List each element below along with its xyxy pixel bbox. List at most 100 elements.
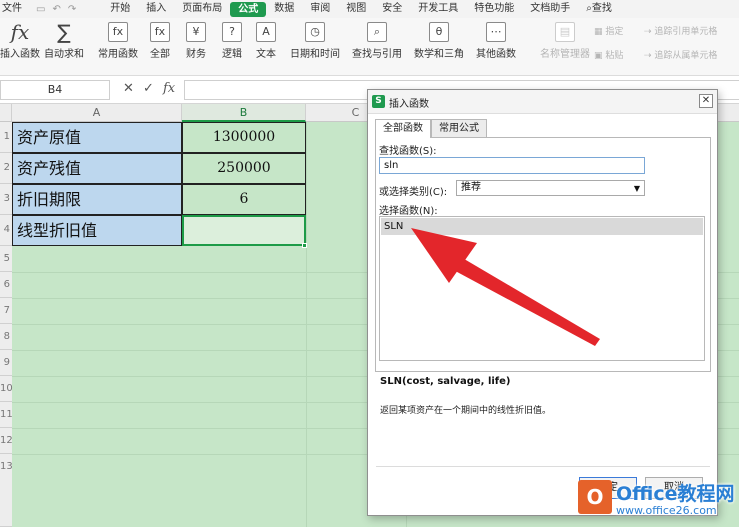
menu-doc-assistant[interactable]: 文档助手 xyxy=(522,0,578,18)
fx-formula-icon[interactable]: fx xyxy=(163,81,175,96)
tab-all-functions[interactable]: 全部函数 xyxy=(375,119,431,138)
menu-bar: 文件 ▭ ↶ ↷ 开始 插入 页面布局 公式 数据 审阅 视图 安全 开发工具 … xyxy=(0,0,739,18)
menu-features[interactable]: 特色功能 xyxy=(466,0,522,18)
menu-home[interactable]: 开始 xyxy=(102,0,138,18)
logic-button[interactable]: ? 逻辑 xyxy=(222,22,242,60)
yen-icon: ¥ xyxy=(186,22,206,42)
function-search-input[interactable]: sln xyxy=(379,157,645,174)
search-label: 查找函数(S): xyxy=(379,146,437,157)
paste-label: 粘贴 xyxy=(605,51,624,61)
name-box[interactable]: B4 xyxy=(0,80,110,100)
trace-precedents-label: 追踪引用单元格 xyxy=(654,27,718,37)
save-icon[interactable]: ▭ xyxy=(36,4,45,15)
tab-common-formulas[interactable]: 常用公式 xyxy=(431,119,487,137)
ribbon: fx 插入函数 ∑ 自动求和 fx 常用函数 fx 全部 ¥ 财务 ? 逻辑 A… xyxy=(0,18,739,76)
office-logo-icon: O xyxy=(578,480,612,514)
other-functions-button[interactable]: ⋯ 其他函数 xyxy=(476,22,516,60)
row-header-12[interactable]: 12 xyxy=(0,428,13,454)
row-header-10[interactable]: 10 xyxy=(0,376,13,402)
redo-icon[interactable]: ↷ xyxy=(68,4,76,15)
menu-insert[interactable]: 插入 xyxy=(138,0,174,18)
name-manager-button[interactable]: ▤ 名称管理器 xyxy=(540,22,590,60)
category-select[interactable]: 推荐 ▼ xyxy=(456,180,645,196)
row-header-4[interactable]: 4 xyxy=(0,215,12,246)
function-signature: SLN(cost, salvage, life) xyxy=(380,376,511,387)
autosum-button[interactable]: ∑ 自动求和 xyxy=(44,22,84,60)
menu-review[interactable]: 审阅 xyxy=(302,0,338,18)
paste-name-button[interactable]: ▣ 粘贴 xyxy=(594,48,623,61)
specify-icon: ▦ xyxy=(594,27,606,37)
select-function-label: 选择函数(N): xyxy=(379,206,438,217)
cell-b1[interactable]: 1300000 xyxy=(182,122,306,153)
all-functions-button[interactable]: fx 全部 xyxy=(150,22,170,60)
category-value: 推荐 xyxy=(461,182,481,193)
confirm-check-icon[interactable]: ✓ xyxy=(143,81,154,96)
text-label: 文本 xyxy=(256,49,276,60)
cell-b3[interactable]: 6 xyxy=(182,184,306,215)
cell-a3[interactable]: 折旧期限 xyxy=(12,184,182,215)
text-button[interactable]: A 文本 xyxy=(256,22,276,60)
row-header-3[interactable]: 3 xyxy=(0,184,12,215)
dialog-divider xyxy=(376,466,710,467)
question-icon: ? xyxy=(222,22,242,42)
watermark-url: www.office26.com xyxy=(616,504,717,517)
trace-dependents-button[interactable]: ⇢ 追踪从属单元格 xyxy=(644,48,717,61)
common-functions-button[interactable]: fx 常用函数 xyxy=(98,22,138,60)
menu-security[interactable]: 安全 xyxy=(374,0,410,18)
more-functions-icon: ⋯ xyxy=(486,22,506,42)
menu-formula[interactable]: 公式 xyxy=(230,1,267,17)
menu-page-layout[interactable]: 页面布局 xyxy=(174,0,230,18)
cell-b4-selected[interactable] xyxy=(182,215,306,246)
menu-search-label: 查找 xyxy=(591,3,612,14)
row-header-13[interactable]: 13 xyxy=(0,454,13,527)
row-header-5[interactable]: 5 xyxy=(0,246,12,272)
datetime-button[interactable]: ◷ 日期和时间 xyxy=(290,22,340,60)
menu-file[interactable]: 文件 xyxy=(0,0,30,18)
row-header-1[interactable]: 1 xyxy=(0,122,12,153)
finance-label: 财务 xyxy=(186,49,206,60)
insert-function-button[interactable]: fx 插入函数 xyxy=(0,22,40,60)
clock-icon: ◷ xyxy=(305,22,325,42)
menu-view[interactable]: 视图 xyxy=(338,0,374,18)
trace-precedents-button[interactable]: ⇢ 追踪引用单元格 xyxy=(644,24,717,37)
column-header-b[interactable]: B xyxy=(182,104,306,122)
cell-a2[interactable]: 资产残值 xyxy=(12,153,182,184)
menu-developer[interactable]: 开发工具 xyxy=(410,0,466,18)
math-button[interactable]: θ 数学和三角 xyxy=(414,22,464,60)
dialog-title-bar[interactable]: S 插入函数 ✕ xyxy=(368,90,717,114)
function-description: 返回某项资产在一个期间中的线性折旧值。 xyxy=(380,406,552,416)
fill-handle[interactable] xyxy=(302,243,307,248)
quick-access-toolbar: ▭ ↶ ↷ xyxy=(30,4,82,15)
dialog-title: 插入函数 xyxy=(389,99,429,110)
function-item-sln[interactable]: SLN xyxy=(381,218,703,235)
row-header-2[interactable]: 2 xyxy=(0,153,12,184)
row-header-9[interactable]: 9 xyxy=(0,350,12,376)
cell-a4[interactable]: 线型折旧值 xyxy=(12,215,182,246)
menu-data[interactable]: 数据 xyxy=(266,0,302,18)
lookup-button[interactable]: ⌕ 查找与引用 xyxy=(352,22,402,60)
row-header-7[interactable]: 7 xyxy=(0,298,12,324)
text-a-icon: A xyxy=(256,22,276,42)
specify-button[interactable]: ▦ 指定 xyxy=(594,24,623,37)
row-header-11[interactable]: 11 xyxy=(0,402,13,428)
function-list[interactable]: SLN xyxy=(379,216,705,361)
watermark-title: Office教程网 xyxy=(616,483,735,505)
row-header-6[interactable]: 6 xyxy=(0,272,12,298)
cell-b2[interactable]: 250000 xyxy=(182,153,306,184)
function-star-icon: fx xyxy=(108,22,128,42)
cell-a1[interactable]: 资产原值 xyxy=(12,122,182,153)
all-functions-label: 全部 xyxy=(150,49,170,60)
row-header-8[interactable]: 8 xyxy=(0,324,12,350)
menu-search[interactable]: ⌕查找 xyxy=(578,0,620,18)
lookup-label: 查找与引用 xyxy=(352,49,402,60)
cancel-x-icon[interactable]: ✕ xyxy=(123,81,134,96)
undo-icon[interactable]: ↶ xyxy=(52,4,60,15)
column-header-a[interactable]: A xyxy=(12,104,182,122)
finance-button[interactable]: ¥ 财务 xyxy=(186,22,206,60)
specify-label: 指定 xyxy=(605,27,624,37)
select-all-corner[interactable] xyxy=(0,104,12,122)
close-icon[interactable]: ✕ xyxy=(699,94,713,108)
name-manager-icon: ▤ xyxy=(555,22,575,42)
logic-label: 逻辑 xyxy=(222,49,242,60)
other-functions-label: 其他函数 xyxy=(476,49,516,60)
